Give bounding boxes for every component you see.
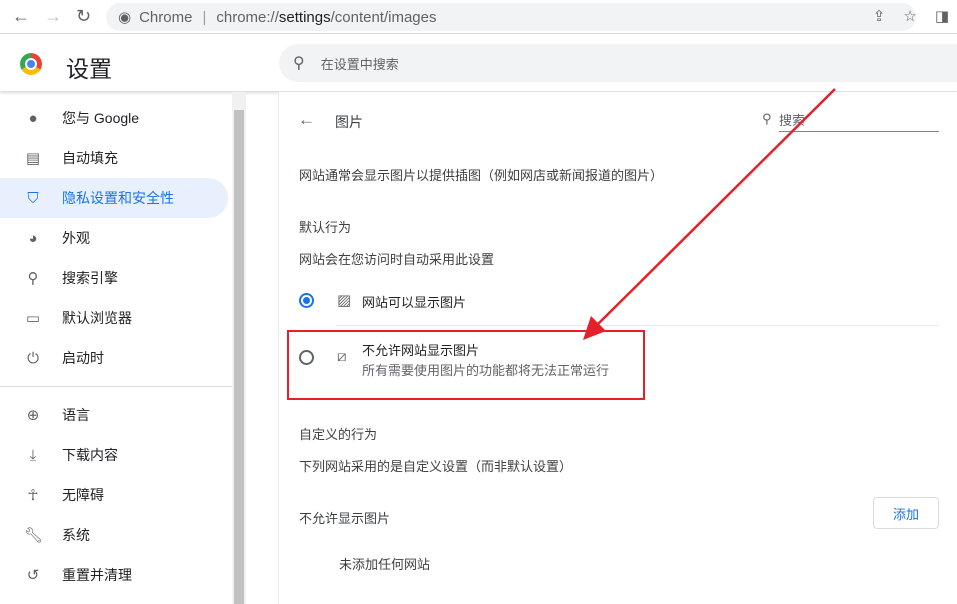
arrow-line xyxy=(595,88,836,327)
annotation-arrow xyxy=(583,88,836,340)
